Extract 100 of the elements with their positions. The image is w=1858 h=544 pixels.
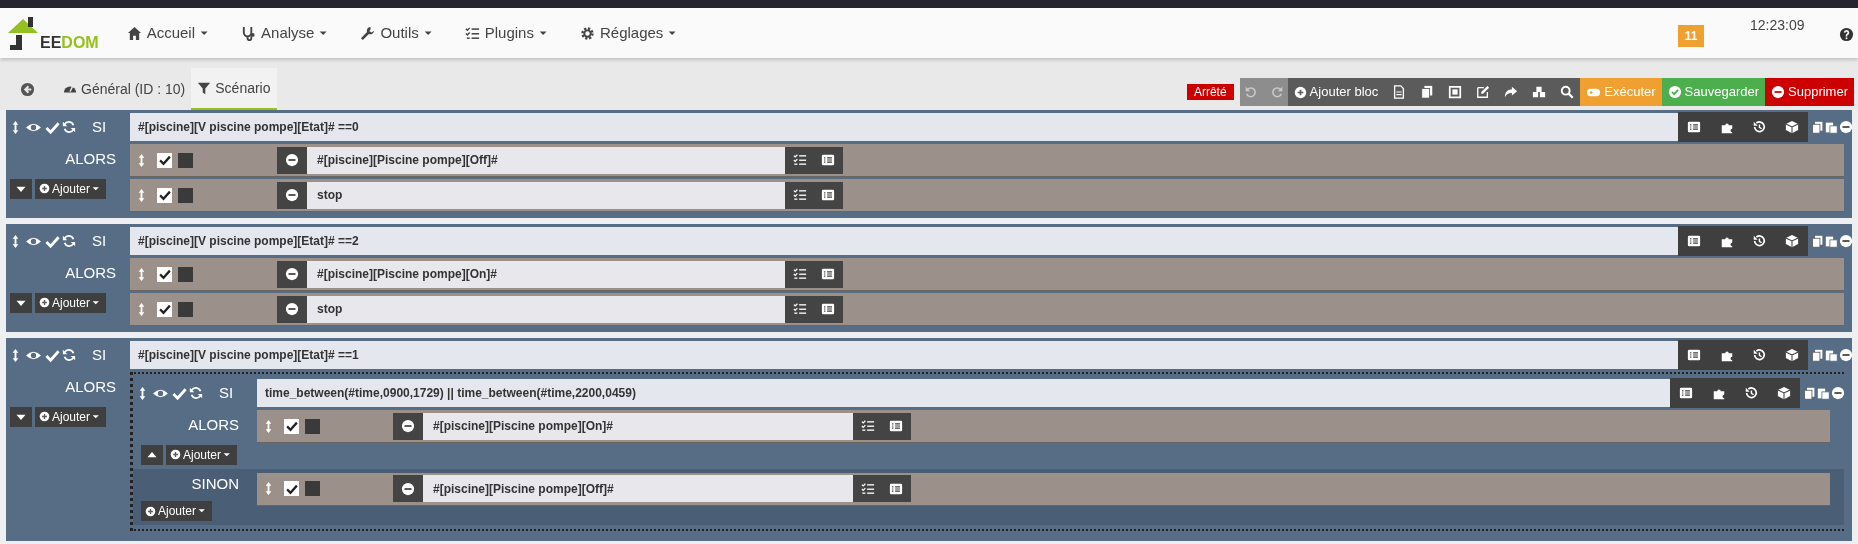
- block-tool-button[interactable]: [1687, 348, 1702, 362]
- nav-menu-item[interactable]: Accueil: [126, 21, 212, 45]
- remove-button[interactable]: [277, 146, 307, 174]
- details-button[interactable]: [821, 302, 835, 316]
- add-button[interactable]: Ajouter: [35, 292, 107, 313]
- block-tool-button[interactable]: [1687, 120, 1702, 134]
- checkbox[interactable]: [178, 152, 193, 168]
- collapse-button[interactable]: [10, 292, 32, 313]
- condition-field[interactable]: #[piscine][V piscine pompe][Etat]# ==2: [130, 227, 1678, 255]
- block-tool-button[interactable]: [1784, 348, 1799, 362]
- add-button[interactable]: Ajouter: [35, 178, 107, 199]
- toolbar-button[interactable]: [1532, 85, 1547, 99]
- remove-button[interactable]: [393, 475, 423, 502]
- wrench-icon: [360, 25, 376, 41]
- checkbox[interactable]: [178, 301, 193, 317]
- toolbar-button[interactable]: [1560, 85, 1575, 99]
- remove-button[interactable]: [277, 295, 307, 323]
- refresh-icon[interactable]: [189, 386, 203, 400]
- details-button[interactable]: [821, 267, 835, 281]
- tab[interactable]: Scénario: [191, 68, 277, 110]
- toolbar-button[interactable]: [1392, 85, 1407, 99]
- block-tool-button[interactable]: [1679, 386, 1694, 400]
- options-button[interactable]: [793, 302, 807, 316]
- action-field[interactable]: #[piscine][Piscine pompe][On]#: [423, 412, 853, 440]
- remove-button[interactable]: [277, 260, 307, 288]
- action-field[interactable]: stop: [307, 295, 785, 323]
- copy-icon[interactable]: [1803, 386, 1816, 400]
- add-button[interactable]: Ajouter: [141, 501, 213, 521]
- action-field[interactable]: #[piscine][Piscine pompe][On]#: [307, 260, 785, 288]
- nav-menu-item[interactable]: Analyse: [241, 21, 331, 45]
- condition-field[interactable]: #[piscine][V piscine pompe][Etat]# ==0: [130, 113, 1678, 141]
- minus-circle-icon[interactable]: [1831, 386, 1845, 400]
- block-tool-button[interactable]: [1752, 120, 1767, 134]
- options-button[interactable]: [861, 419, 875, 433]
- refresh-icon[interactable]: [62, 120, 76, 134]
- condition-field[interactable]: time_between(#time,0900,1729) || time_between(#time,2200,0459): [257, 379, 1670, 407]
- options-button[interactable]: [793, 188, 807, 202]
- refresh-icon[interactable]: [62, 234, 76, 248]
- toolbar-button[interactable]: [1476, 85, 1491, 99]
- toolbar-button[interactable]: [1448, 85, 1463, 99]
- remove-button[interactable]: [393, 412, 423, 440]
- copy-icon[interactable]: [1811, 234, 1824, 248]
- collapse-button[interactable]: [10, 406, 32, 427]
- refresh-icon[interactable]: [62, 348, 76, 362]
- nav-menu-item[interactable]: Plugins: [464, 21, 550, 45]
- checkbox[interactable]: [157, 152, 172, 168]
- help-icon[interactable]: [1839, 27, 1854, 42]
- checkbox[interactable]: [157, 301, 172, 317]
- checkbox[interactable]: [157, 266, 172, 282]
- nav-menu-item[interactable]: Réglages: [579, 21, 680, 45]
- toolbar-button[interactable]: [1504, 85, 1519, 99]
- minus-circle-icon[interactable]: [1839, 234, 1853, 248]
- logo-text: EEDOM: [40, 35, 99, 51]
- copy-icon[interactable]: [1811, 120, 1824, 134]
- block-tool-button[interactable]: [1752, 348, 1767, 362]
- collapse-button[interactable]: [10, 178, 32, 199]
- checkbox[interactable]: [178, 187, 193, 203]
- nav-menu-item[interactable]: Outils: [360, 21, 435, 45]
- remove-button[interactable]: [277, 181, 307, 209]
- checkbox[interactable]: [178, 266, 193, 282]
- block-tool-button[interactable]: [1776, 386, 1791, 400]
- minus-circle-icon[interactable]: [1839, 348, 1853, 362]
- paste-icon[interactable]: [1825, 234, 1838, 248]
- tab[interactable]: Général (ID : 10): [57, 68, 192, 110]
- action-field[interactable]: #[piscine][Piscine pompe][Off]#: [307, 146, 785, 174]
- collapse-button[interactable]: [141, 444, 163, 465]
- details-button[interactable]: [889, 481, 903, 496]
- condition-field[interactable]: #[piscine][V piscine pompe][Etat]# ==1: [130, 341, 1678, 369]
- copy-icon[interactable]: [1811, 348, 1824, 362]
- checkbox[interactable]: [157, 187, 172, 203]
- block-tool-button[interactable]: [1687, 234, 1702, 248]
- checkbox[interactable]: [284, 481, 299, 496]
- details-button[interactable]: [821, 188, 835, 202]
- checkbox[interactable]: [44, 233, 60, 249]
- checkbox[interactable]: [305, 418, 320, 434]
- block-tool-button[interactable]: [1784, 120, 1799, 134]
- action-field[interactable]: #[piscine][Piscine pompe][Off]#: [423, 475, 853, 502]
- minus-circle-icon[interactable]: [1839, 120, 1853, 134]
- details-button[interactable]: [821, 153, 835, 167]
- details-button[interactable]: [889, 419, 903, 433]
- block-tool-button[interactable]: [1752, 234, 1767, 248]
- paste-icon[interactable]: [1817, 386, 1830, 400]
- checkbox[interactable]: [284, 418, 299, 434]
- options-button[interactable]: [793, 267, 807, 281]
- delete-button[interactable]: Supprimer: [1765, 78, 1854, 106]
- block-tool-button[interactable]: [1784, 234, 1799, 248]
- checkbox[interactable]: [44, 119, 60, 135]
- paste-icon[interactable]: [1825, 348, 1838, 362]
- options-button[interactable]: [793, 153, 807, 167]
- list-icon: [1687, 234, 1702, 248]
- paste-icon[interactable]: [1825, 120, 1838, 134]
- options-button[interactable]: [861, 481, 875, 496]
- toolbar-button[interactable]: [1420, 85, 1435, 99]
- action-field[interactable]: stop: [307, 181, 785, 209]
- checkbox[interactable]: [171, 385, 187, 401]
- add-button[interactable]: Ajouter: [166, 444, 238, 465]
- add-button[interactable]: Ajouter: [35, 406, 107, 427]
- checkbox[interactable]: [305, 481, 320, 496]
- checkbox[interactable]: [44, 347, 60, 363]
- block-tool-button[interactable]: [1744, 386, 1759, 400]
